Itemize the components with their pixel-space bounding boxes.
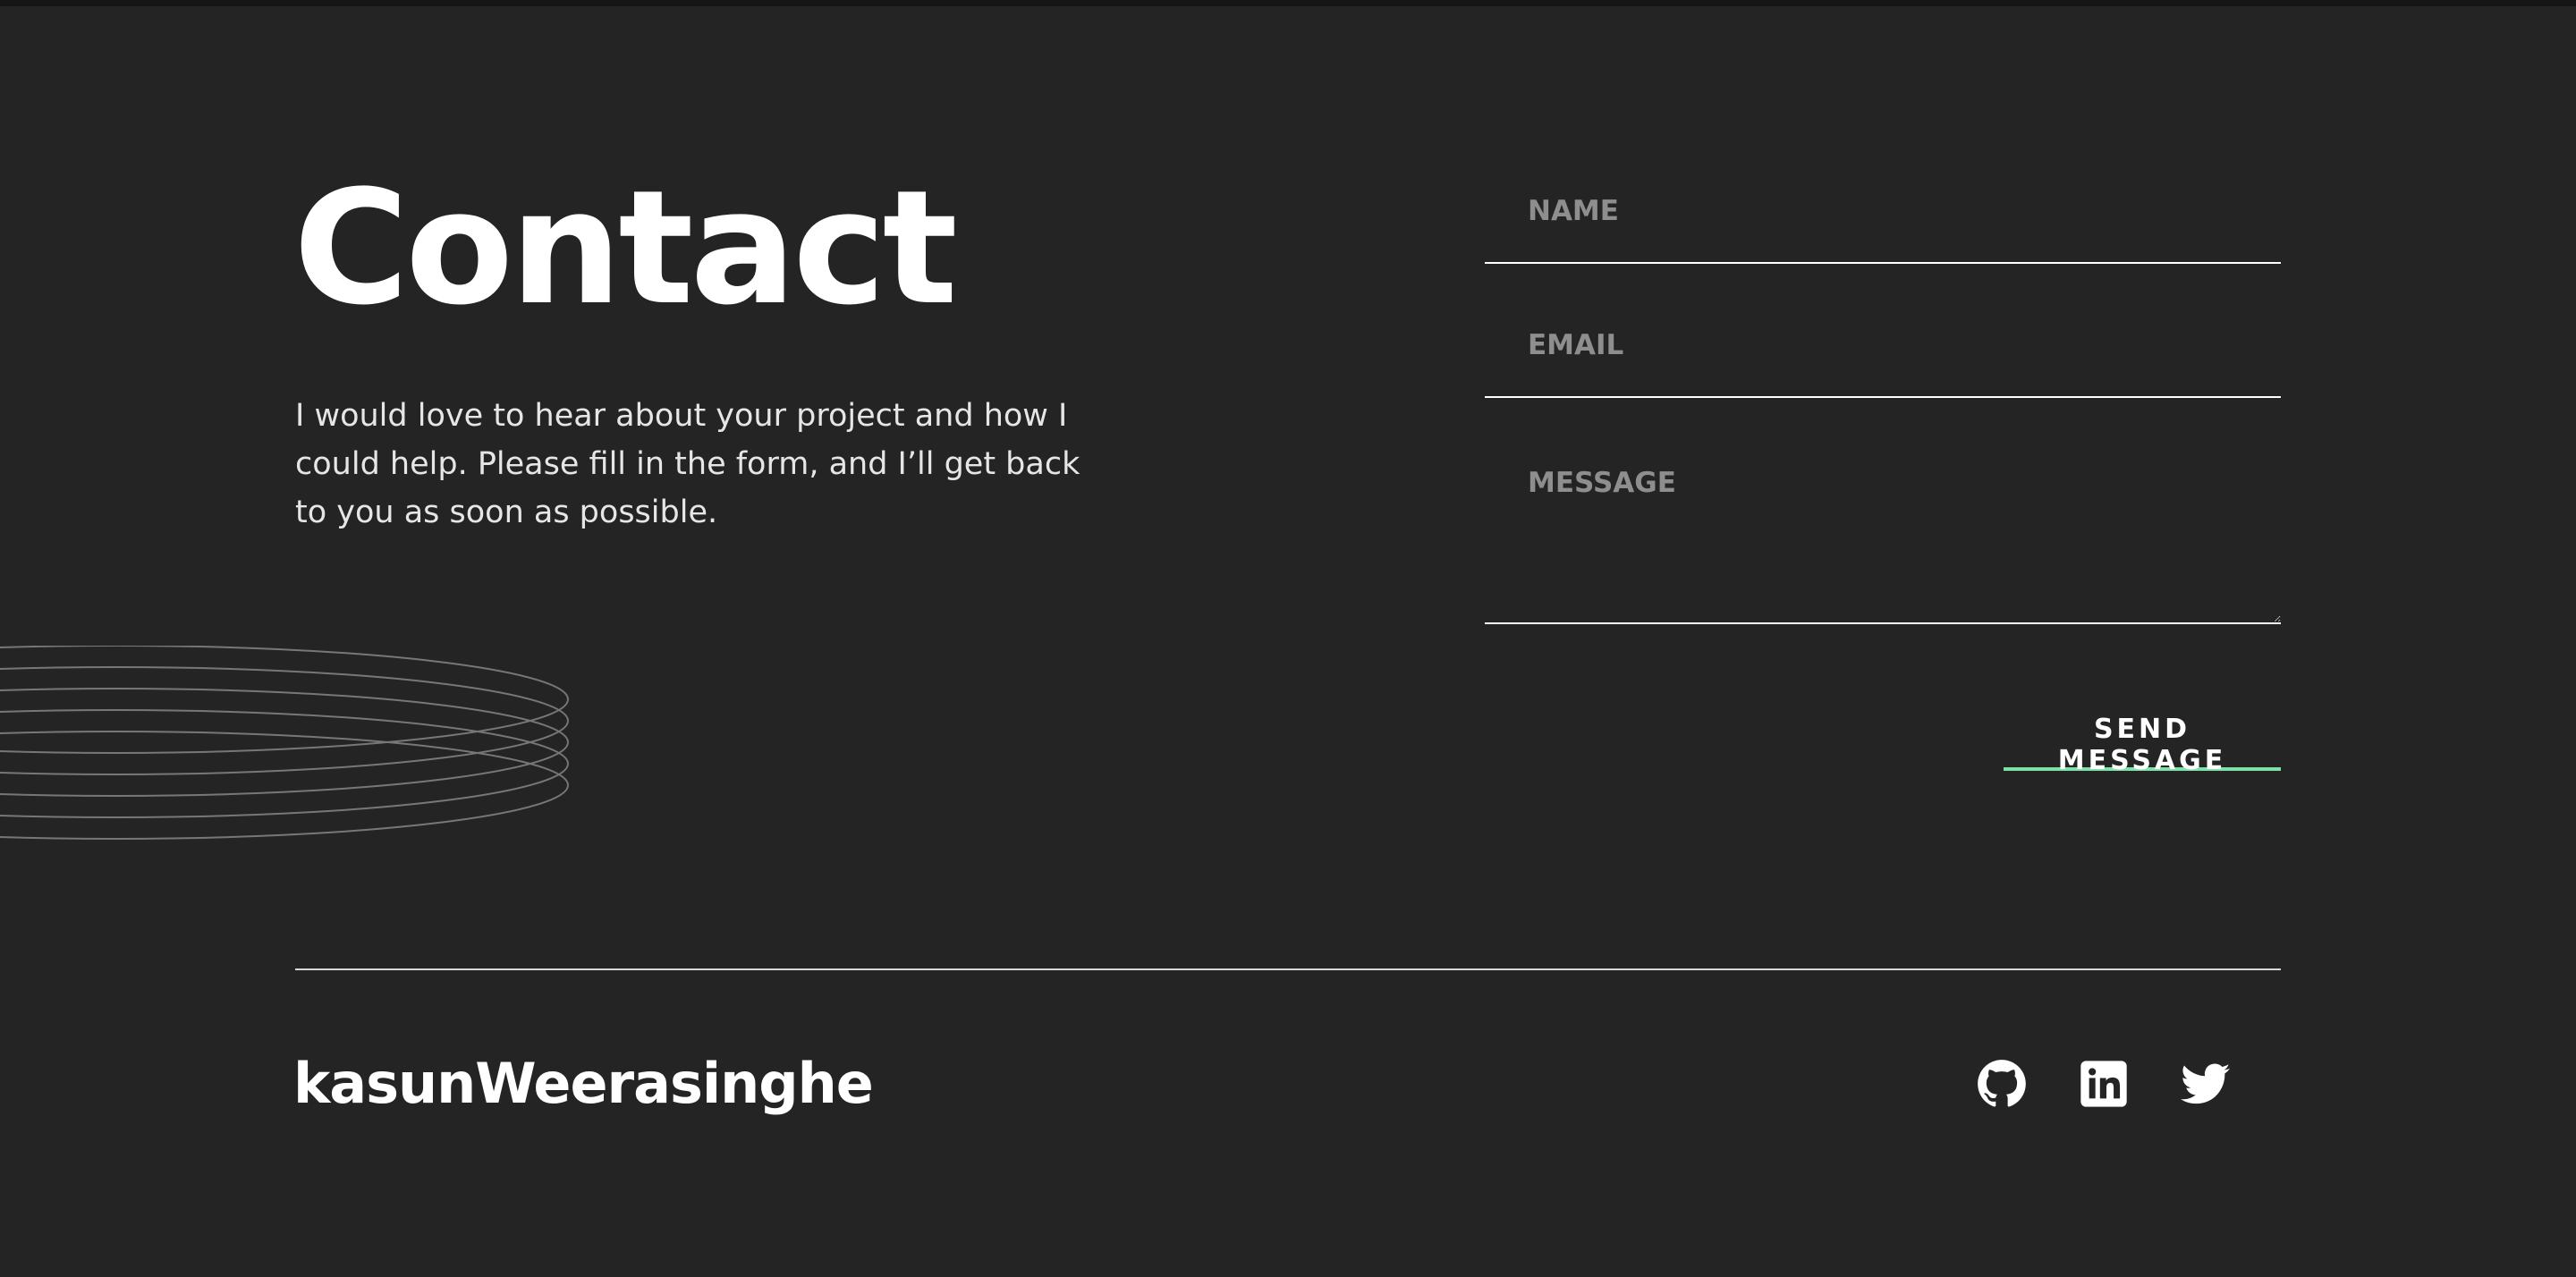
decorative-ring [0,709,569,818]
decorative-ring [0,666,569,775]
send-message-button[interactable]: SEND MESSAGE [2004,714,2281,776]
github-link[interactable] [1977,1059,2027,1109]
twitter-icon [2181,1063,2231,1104]
decorative-ring [0,688,569,797]
decorative-ring [0,646,569,754]
email-field[interactable] [1485,304,2281,398]
footer-brand: kasunWeerasinghe [293,1051,874,1116]
footer-divider [295,968,2281,970]
decorative-ring [0,731,569,840]
name-field[interactable] [1485,170,2281,264]
contact-form: SEND MESSAGE [1485,161,2281,805]
github-icon [1978,1060,2026,1107]
linkedin-icon [2080,1061,2127,1107]
page: Contact I would love to hear about your … [0,0,2576,1277]
top-strip [0,0,2576,6]
message-field[interactable] [1485,438,2281,624]
page-title: Contact [293,156,958,340]
decorative-rings [0,646,569,840]
intro-text: I would love to hear about your project … [295,398,1080,530]
twitter-link[interactable] [2181,1059,2231,1109]
linkedin-link[interactable] [2079,1059,2129,1109]
